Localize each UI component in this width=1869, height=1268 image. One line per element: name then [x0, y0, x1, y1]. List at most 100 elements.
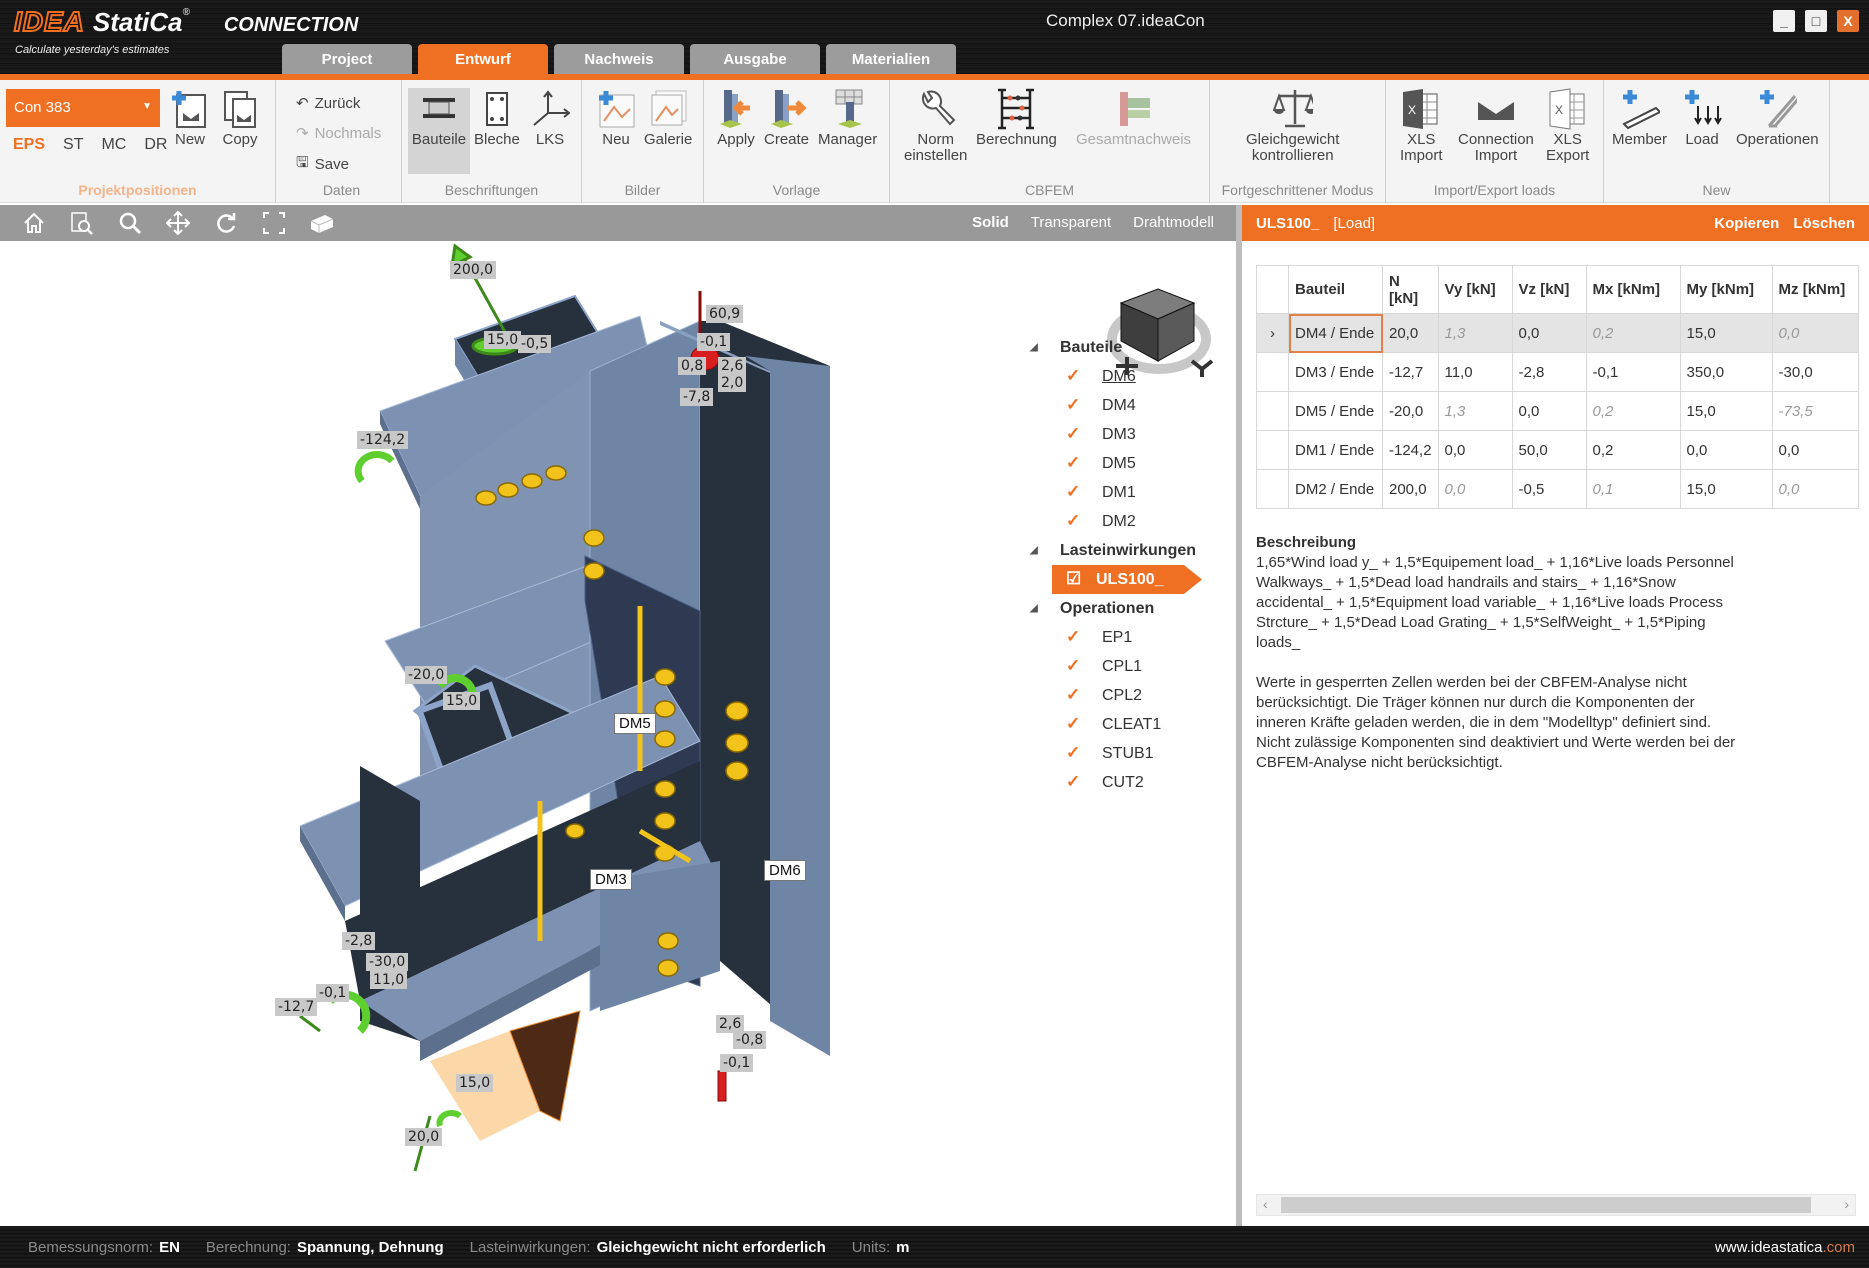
checkbox-checked-icon[interactable]: ✓ [1066, 686, 1082, 704]
close-button[interactable]: X [1837, 10, 1859, 32]
tree-item-dm3[interactable]: ✓ DM3 [1030, 420, 1202, 449]
cell-value[interactable]: 350,0 [1679, 352, 1773, 392]
3d-viewport[interactable]: 200,0 15,0 -0,5 60,9 -0,1 0,8 2,6 2,0 -7… [0, 241, 1236, 1226]
checkbox-checked-icon[interactable]: ✓ [1066, 657, 1082, 675]
cell-value[interactable]: -73,5 [1771, 391, 1859, 431]
zoom-window-icon[interactable] [68, 211, 96, 235]
cell-value[interactable]: -12,7 [1382, 352, 1439, 392]
cell-value[interactable]: 0,0 [1511, 391, 1587, 431]
checkbox-checked-icon[interactable]: ✓ [1066, 715, 1082, 733]
horizontal-scrollbar[interactable]: ‹ › [1256, 1194, 1856, 1216]
create-template-button[interactable]: Create [764, 88, 809, 148]
xls-import-button[interactable]: X XLS Import [1400, 88, 1443, 164]
table-row[interactable]: DM1 / Ende -124,2 0,0 50,0 0,2 0,0 0,0 [1256, 430, 1859, 470]
cell-value[interactable]: -0,1 [1585, 352, 1681, 392]
new-load-button[interactable]: Load [1682, 88, 1722, 148]
collapse-icon[interactable]: ◢ [1030, 342, 1060, 353]
connection-select[interactable]: Con 383 ▼ [6, 89, 160, 127]
scrollbar-thumb[interactable] [1281, 1197, 1811, 1213]
member-label-dm6[interactable]: DM6 [764, 860, 806, 881]
undo-button[interactable]: ↶ Zurück [296, 94, 360, 113]
cell-value[interactable]: 0,0 [1437, 430, 1513, 470]
tree-group-bauteile[interactable]: ◢ Bauteile [1030, 333, 1202, 362]
equilibrium-check-button[interactable]: Gleichgewicht kontrollieren [1246, 88, 1339, 164]
tab-ausgabe[interactable]: Ausgabe [690, 44, 820, 75]
table-row[interactable]: › DM4 / Ende 20,0 1,3 0,0 0,2 15,0 0,0 [1256, 313, 1859, 353]
tree-item-cpl1[interactable]: ✓ CPL1 [1030, 652, 1202, 681]
bauteile-labels-button[interactable]: Bauteile [408, 88, 470, 174]
tree-item-dm5[interactable]: ✓ DM5 [1030, 449, 1202, 478]
collapse-icon[interactable]: ◢ [1030, 545, 1060, 556]
mode-solid[interactable]: Solid [972, 214, 1009, 231]
cell-value[interactable]: 0,2 [1585, 430, 1681, 470]
tab-project[interactable]: Project [282, 44, 412, 75]
mode-mc[interactable]: MC [101, 136, 126, 154]
gallery-button[interactable]: Galerie [644, 88, 692, 148]
cell-value[interactable]: 0,0 [1511, 313, 1587, 353]
tree-group-lasteinwirkungen[interactable]: ◢ Lasteinwirkungen [1030, 536, 1202, 565]
cell-value[interactable]: 200,0 [1382, 469, 1439, 509]
copy-connection-button[interactable]: Copy [220, 88, 260, 148]
cell-value[interactable]: 11,0 [1437, 352, 1513, 392]
minimize-button[interactable]: _ [1773, 10, 1795, 32]
tree-item-dm6[interactable]: ✓ DM6 [1030, 362, 1202, 391]
table-row[interactable]: DM2 / Ende 200,0 0,0 -0,5 0,1 15,0 0,0 [1256, 469, 1859, 509]
xls-export-button[interactable]: X XLS Export [1546, 88, 1589, 164]
cell-bauteil[interactable]: DM2 / Ende [1288, 469, 1383, 509]
new-picture-button[interactable]: Neu [596, 88, 636, 148]
mode-st[interactable]: ST [63, 136, 83, 154]
mode-transparent[interactable]: Transparent [1031, 214, 1111, 231]
tree-item-ep1[interactable]: ✓ EP1 [1030, 623, 1202, 652]
cell-value[interactable]: 0,0 [1437, 469, 1513, 509]
cell-value[interactable]: -20,0 [1382, 391, 1439, 431]
apply-template-button[interactable]: Apply [716, 88, 756, 148]
connection-import-button[interactable]: Connection Import [1458, 88, 1534, 164]
fit-icon[interactable] [260, 211, 288, 235]
cell-bauteil[interactable]: DM4 / Ende [1288, 313, 1383, 353]
cell-value[interactable]: -2,8 [1511, 352, 1587, 392]
pan-icon[interactable] [164, 211, 192, 235]
checkbox-checked-icon[interactable]: ☑ [1066, 570, 1082, 588]
checkbox-checked-icon[interactable]: ✓ [1066, 454, 1082, 472]
member-label-dm3[interactable]: DM3 [590, 869, 632, 890]
redo-button[interactable]: ↷ Nochmals [296, 124, 381, 143]
tree-item-cpl2[interactable]: ✓ CPL2 [1030, 681, 1202, 710]
cell-value[interactable]: 0,0 [1771, 313, 1859, 353]
tree-item-cut2[interactable]: ✓ CUT2 [1030, 768, 1202, 797]
collapse-icon[interactable]: ◢ [1030, 603, 1060, 614]
mode-dr[interactable]: DR [144, 136, 167, 154]
save-button[interactable]: 🖫 Save [296, 152, 349, 177]
scroll-left-icon[interactable]: ‹ [1263, 1196, 1268, 1212]
cell-bauteil[interactable]: DM3 / Ende [1288, 352, 1383, 392]
cell-value[interactable]: 20,0 [1382, 313, 1439, 353]
table-row[interactable]: DM5 / Ende -20,0 1,3 0,0 0,2 15,0 -73,5 [1256, 391, 1859, 431]
checkbox-checked-icon[interactable]: ✓ [1066, 512, 1082, 530]
checkbox-checked-icon[interactable]: ✓ [1066, 744, 1082, 762]
mode-eps[interactable]: EPS [13, 136, 45, 154]
checkbox-checked-icon[interactable]: ✓ [1066, 425, 1082, 443]
tab-nachweis[interactable]: Nachweis [554, 44, 684, 75]
copy-load-button[interactable]: Kopieren [1714, 215, 1779, 232]
new-connection-button[interactable]: New [170, 88, 210, 148]
rotate-icon[interactable] [212, 211, 240, 235]
new-member-button[interactable]: Member [1612, 88, 1667, 148]
cell-value[interactable]: 0,0 [1771, 430, 1859, 470]
cell-value[interactable]: 0,2 [1585, 313, 1681, 353]
cell-value[interactable]: 0,1 [1585, 469, 1681, 509]
cell-value[interactable]: 15,0 [1679, 313, 1773, 353]
table-row[interactable]: DM3 / Ende -12,7 11,0 -2,8 -0,1 350,0 -30,0 [1256, 352, 1859, 392]
delete-load-button[interactable]: Löschen [1793, 215, 1855, 232]
home-icon[interactable] [20, 211, 48, 235]
checkbox-checked-icon[interactable]: ✓ [1066, 396, 1082, 414]
tab-materialien[interactable]: Materialien [826, 44, 956, 75]
scroll-right-icon[interactable]: › [1844, 1196, 1849, 1212]
checkbox-checked-icon[interactable]: ✓ [1066, 367, 1082, 385]
cell-value[interactable]: 15,0 [1679, 391, 1773, 431]
checkbox-checked-icon[interactable]: ✓ [1066, 483, 1082, 501]
norm-settings-button[interactable]: Norm einstellen [904, 88, 967, 164]
bleche-labels-button[interactable]: Bleche [474, 88, 520, 148]
cell-value[interactable]: 1,3 [1437, 391, 1513, 431]
member-label-dm5[interactable]: DM5 [614, 713, 656, 734]
tree-item-dm2[interactable]: ✓ DM2 [1030, 507, 1202, 536]
box-icon[interactable] [308, 211, 336, 235]
